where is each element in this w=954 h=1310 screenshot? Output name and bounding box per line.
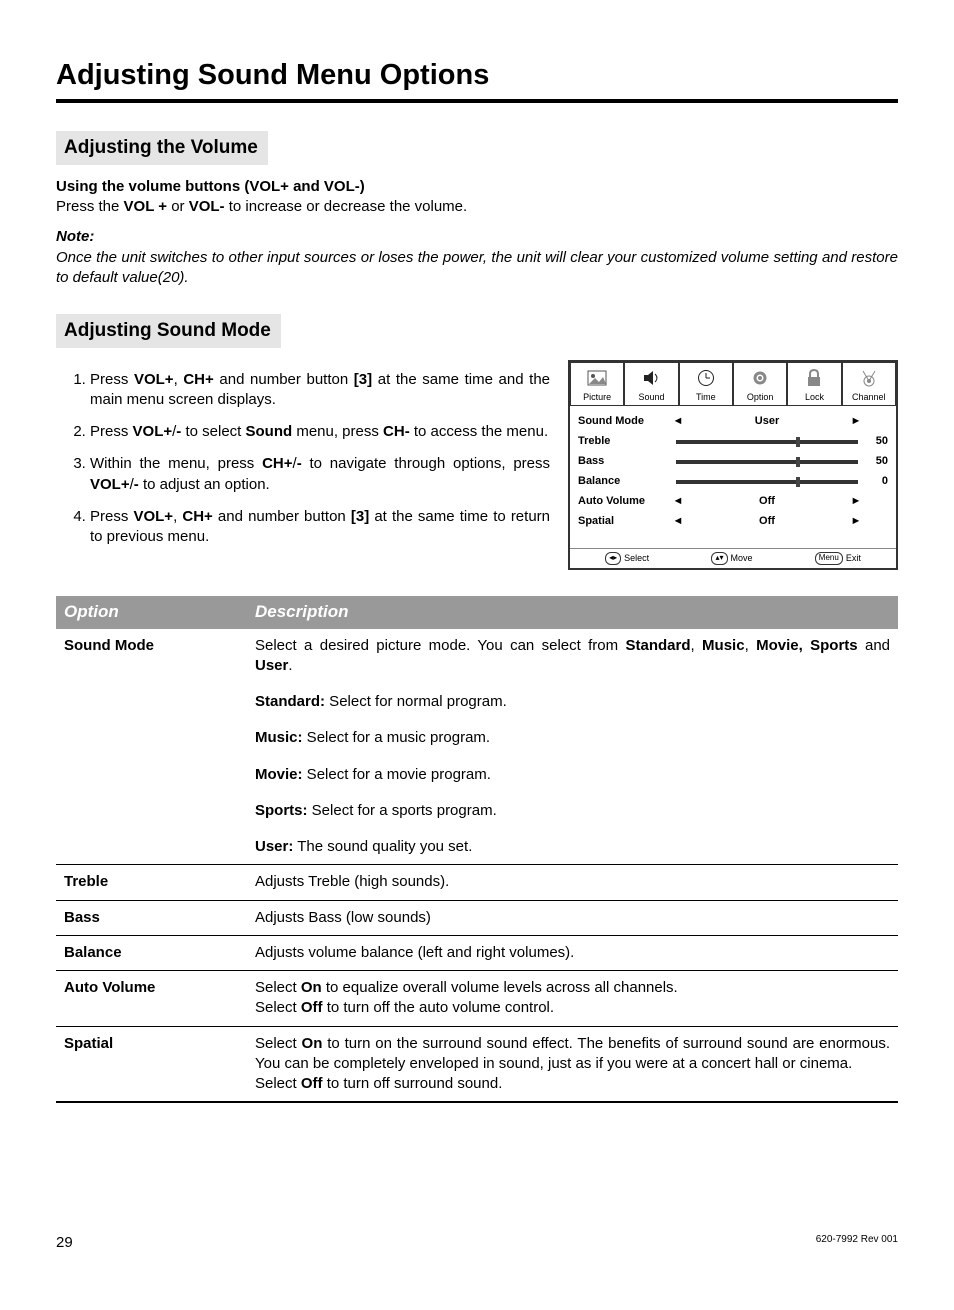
volume-instruction: Press the VOL + or VOL- to increase or d…	[56, 197, 898, 217]
table-row-balance: BalanceAdjusts volume balance (left and …	[56, 935, 898, 970]
clock-icon	[680, 365, 732, 391]
section-heading-volume: Adjusting the Volume	[56, 131, 268, 165]
arrow-right-icon: ►	[848, 494, 864, 509]
lr-arrows-icon: ◂▸	[605, 552, 621, 565]
section-heading-soundmode: Adjusting Sound Mode	[56, 314, 281, 348]
osd-tab-picture: Picture	[570, 362, 624, 406]
note-label: Note:	[56, 227, 898, 247]
osd-row-spatial: Spatial◄Off►	[578, 512, 888, 532]
table-row-treble: TrebleAdjusts Treble (high sounds).	[56, 865, 898, 900]
page-number: 29	[56, 1233, 73, 1253]
step-1: Press VOL+, CH+ and number button [3] at…	[90, 370, 550, 411]
lock-icon	[788, 365, 840, 391]
arrow-right-icon: ►	[848, 514, 864, 529]
step-3: Within the menu, press CH+/- to navigate…	[90, 454, 550, 495]
step-4: Press VOL+, CH+ and number button [3] at…	[90, 507, 550, 548]
sound-icon	[625, 365, 677, 391]
step-2: Press VOL+/- to select Sound menu, press…	[90, 422, 550, 442]
osd-menu-screenshot: Picture Sound Time Option Lock Channel S…	[568, 360, 898, 570]
table-row-autovolume: Auto Volume Select On to equalize overal…	[56, 971, 898, 1027]
menu-button-icon: Menu	[815, 552, 843, 565]
options-table: Option Description Sound Mode Select a d…	[56, 596, 898, 1104]
revision-label: 620-7992 Rev 001	[816, 1233, 898, 1253]
osd-tab-sound: Sound	[624, 362, 678, 406]
arrow-right-icon: ►	[848, 414, 864, 429]
osd-row-autovolume: Auto Volume◄Off►	[578, 492, 888, 512]
page-footer: 29 620-7992 Rev 001	[56, 1233, 898, 1253]
ud-arrows-icon: ▴▾	[711, 552, 727, 565]
osd-tab-time: Time	[679, 362, 733, 406]
table-row-spatial: Spatial Select On to turn on the surroun…	[56, 1026, 898, 1102]
gear-icon	[734, 365, 786, 391]
title-rule	[56, 99, 898, 103]
arrow-left-icon: ◄	[670, 494, 686, 509]
arrow-left-icon: ◄	[670, 514, 686, 529]
osd-tab-row: Picture Sound Time Option Lock Channel	[570, 362, 896, 406]
note-body: Once the unit switches to other input so…	[56, 248, 898, 289]
steps-list: Press VOL+, CH+ and number button [3] at…	[56, 370, 550, 548]
note-block: Note: Once the unit switches to other in…	[56, 227, 898, 288]
table-row-soundmode: Sound Mode Select a desired picture mode…	[56, 629, 898, 865]
osd-row-balance: Balance0	[578, 472, 888, 492]
osd-tab-channel: Channel	[842, 362, 896, 406]
osd-footer: ◂▸Select ▴▾Move MenuExit	[570, 548, 896, 568]
arrow-left-icon: ◄	[670, 414, 686, 429]
osd-tab-option: Option	[733, 362, 787, 406]
osd-row-soundmode: Sound Mode◄User►	[578, 412, 888, 432]
options-table-header: Option Description	[56, 596, 898, 629]
osd-row-bass: Bass50	[578, 452, 888, 472]
osd-tab-lock: Lock	[787, 362, 841, 406]
page-title: Adjusting Sound Menu Options	[56, 56, 898, 95]
picture-icon	[571, 365, 623, 391]
osd-row-treble: Treble50	[578, 432, 888, 452]
antenna-icon	[843, 365, 895, 391]
volume-subhead: Using the volume buttons (VOL+ and VOL-)	[56, 177, 898, 197]
table-row-bass: BassAdjusts Bass (low sounds)	[56, 900, 898, 935]
